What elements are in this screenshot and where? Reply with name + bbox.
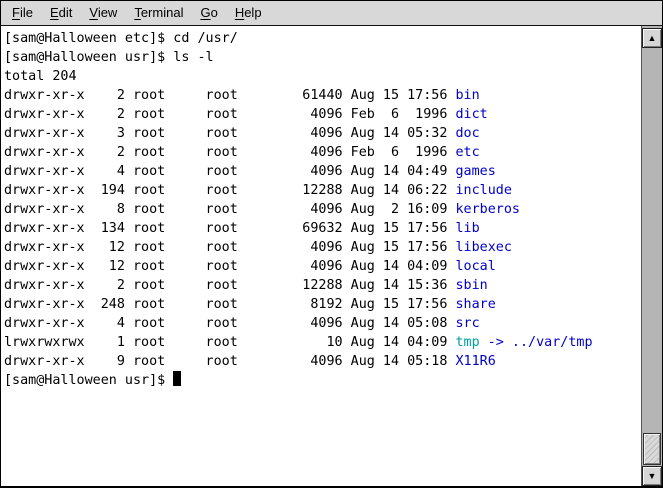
scroll-down-button[interactable]: ▼ <box>642 466 662 486</box>
text-segment: drwxr-xr-x 134 root root 69632 Aug 15 17… <box>4 221 455 236</box>
text-segment: drwxr-xr-x 12 root root 4096 Aug 15 17:5… <box>4 240 455 255</box>
terminal-line: drwxr-xr-x 134 root root 69632 Aug 15 17… <box>4 219 641 238</box>
text-segment: drwxr-xr-x 8 root root 4096 Aug 2 16:09 <box>4 202 455 217</box>
menu-item-view[interactable]: View <box>82 3 124 23</box>
menu-item-terminal[interactable]: Terminal <box>127 3 190 23</box>
up-arrow-icon: ▲ <box>648 34 657 43</box>
menu-item-label: F <box>12 5 20 20</box>
scrollbar-thumb[interactable] <box>643 433 661 465</box>
menu-item-label: V <box>89 5 97 20</box>
text-segment: drwxr-xr-x 4 root root 4096 Aug 14 05:08 <box>4 316 455 331</box>
text-segment: drwxr-xr-x 248 root root 8192 Aug 15 17:… <box>4 297 455 312</box>
terminal-window: FileEditViewTerminalGoHelp [sam@Hallowee… <box>0 0 663 488</box>
scroll-up-button[interactable]: ▲ <box>642 28 662 48</box>
text-segment: include <box>455 183 511 198</box>
text-segment: drwxr-xr-x 2 root root 61440 Aug 15 17:5… <box>4 88 455 103</box>
menu-item-file[interactable]: File <box>5 3 40 23</box>
text-segment: sbin <box>455 278 487 293</box>
text-segment: etc <box>455 145 479 160</box>
text-segment: -> ../var/tmp <box>488 335 593 350</box>
terminal-screen[interactable]: [sam@Halloween etc]$ cd /usr/ [sam@Hallow… <box>1 26 641 486</box>
terminal-line: drwxr-xr-x 12 root root 4096 Aug 15 17:5… <box>4 238 641 257</box>
terminal-line: drwxr-xr-x 9 root root 4096 Aug 14 05:18… <box>4 352 641 371</box>
terminal-line: [sam@Halloween usr]$ ls -l <box>4 48 641 67</box>
text-segment: drwxr-xr-x 2 root root 4096 Feb 6 1996 <box>4 107 455 122</box>
terminal-line: drwxr-xr-x 2 root root 61440 Aug 15 17:5… <box>4 86 641 105</box>
terminal-line: drwxr-xr-x 4 root root 4096 Aug 14 04:49… <box>4 162 641 181</box>
terminal-line: [sam@Halloween etc]$ cd /usr/ <box>4 29 641 48</box>
terminal-line: drwxr-xr-x 248 root root 8192 Aug 15 17:… <box>4 295 641 314</box>
text-segment: doc <box>455 126 479 141</box>
terminal-line: drwxr-xr-x 2 root root 4096 Feb 6 1996 e… <box>4 143 641 162</box>
text-segment: tmp <box>455 335 479 350</box>
text-segment: games <box>455 164 495 179</box>
terminal-line: drwxr-xr-x 2 root root 4096 Feb 6 1996 d… <box>4 105 641 124</box>
text-segment: X11R6 <box>455 354 495 369</box>
terminal-line: lrwxrwxrwx 1 root root 10 Aug 14 04:09 t… <box>4 333 641 352</box>
text-segment: drwxr-xr-x 2 root root 4096 Feb 6 1996 <box>4 145 455 160</box>
text-segment: libexec <box>455 240 511 255</box>
text-segment: drwxr-xr-x 3 root root 4096 Aug 14 05:32 <box>4 126 455 141</box>
terminal-line: drwxr-xr-x 2 root root 12288 Aug 14 15:3… <box>4 276 641 295</box>
text-segment: drwxr-xr-x 4 root root 4096 Aug 14 04:49 <box>4 164 455 179</box>
terminal-line: drwxr-xr-x 4 root root 4096 Aug 14 05:08… <box>4 314 641 333</box>
text-segment <box>480 335 488 350</box>
terminal-line: drwxr-xr-x 8 root root 4096 Aug 2 16:09 … <box>4 200 641 219</box>
terminal-line: drwxr-xr-x 194 root root 12288 Aug 14 06… <box>4 181 641 200</box>
menu-item-go[interactable]: Go <box>193 3 224 23</box>
scrollbar: ▲ ▼ <box>641 26 662 486</box>
text-segment: bin <box>455 88 479 103</box>
text-segment: drwxr-xr-x 9 root root 4096 Aug 14 05:18 <box>4 354 455 369</box>
menu-item-edit[interactable]: Edit <box>43 3 79 23</box>
text-segment: drwxr-xr-x 12 root root 4096 Aug 14 04:0… <box>4 259 455 274</box>
text-segment: lib <box>455 221 479 236</box>
text-segment: kerberos <box>455 202 520 217</box>
terminal-line: [sam@Halloween usr]$ <box>4 371 641 390</box>
menu-item-label: E <box>50 5 59 20</box>
menu-bar: FileEditViewTerminalGoHelp <box>1 1 662 26</box>
menu-item-label: H <box>235 5 244 20</box>
terminal-line: drwxr-xr-x 3 root root 4096 Aug 14 05:32… <box>4 124 641 143</box>
menu-item-label: T <box>134 5 141 20</box>
scrollbar-track[interactable] <box>642 50 662 464</box>
down-arrow-icon: ▼ <box>648 472 657 481</box>
text-segment: lrwxrwxrwx 1 root root 10 Aug 14 04:09 <box>4 335 455 350</box>
terminal-line: drwxr-xr-x 12 root root 4096 Aug 14 04:0… <box>4 257 641 276</box>
text-segment: drwxr-xr-x 194 root root 12288 Aug 14 06… <box>4 183 455 198</box>
terminal-line: total 204 <box>4 67 641 86</box>
text-segment: drwxr-xr-x 2 root root 12288 Aug 14 15:3… <box>4 278 455 293</box>
menu-item-label: G <box>200 5 210 20</box>
text-cursor <box>173 371 181 386</box>
text-segment: local <box>455 259 495 274</box>
text-segment: share <box>455 297 495 312</box>
text-segment: total 204 <box>4 69 77 84</box>
menu-item-help[interactable]: Help <box>228 3 269 23</box>
text-segment: dict <box>455 107 487 122</box>
text-segment: src <box>455 316 479 331</box>
text-segment: [sam@Halloween usr]$ ls -l <box>4 50 214 65</box>
text-segment: [sam@Halloween usr]$ <box>4 373 173 388</box>
text-segment: [sam@Halloween etc]$ cd /usr/ <box>4 31 238 46</box>
